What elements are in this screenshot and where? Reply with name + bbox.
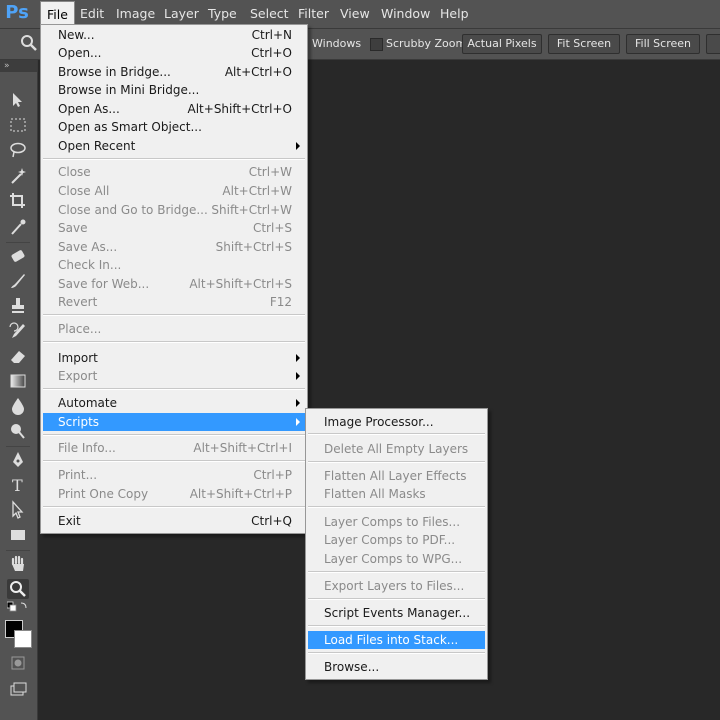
menu-view[interactable]: View [334, 0, 376, 28]
menu-separator [308, 506, 485, 508]
menu-separator [43, 341, 305, 343]
menu-separator [43, 434, 305, 436]
menu-item-load-files-into-stack[interactable]: Load Files into Stack... [308, 631, 485, 649]
magic-wand-tool-icon[interactable] [7, 166, 29, 186]
menu-item-image-processor[interactable]: Image Processor... [308, 413, 485, 431]
tools-panel: » T [0, 60, 38, 720]
history-brush-tool-icon[interactable] [7, 321, 29, 341]
menu-item-open-recent[interactable]: Open Recent [43, 137, 305, 155]
menu-item-save-as[interactable]: Save As... Shift+Ctrl+S [43, 238, 305, 256]
menu-window[interactable]: Window [375, 0, 436, 28]
menu-separator [308, 598, 485, 600]
menu-item-import[interactable]: Import [43, 349, 305, 367]
menu-item-layer-comps-to-pdf[interactable]: Layer Comps to PDF... [308, 531, 485, 549]
marquee-tool-icon[interactable] [7, 115, 29, 135]
menu-item-new[interactable]: New... Ctrl+N [43, 26, 305, 44]
menu-separator [308, 625, 485, 627]
type-tool-icon[interactable]: T [7, 475, 29, 495]
submenu-arrow-icon [296, 142, 300, 150]
menu-item-export-layers-to-files[interactable]: Export Layers to Files... [308, 577, 485, 595]
submenu-arrow-icon [296, 354, 300, 362]
menu-separator [43, 388, 305, 390]
menu-separator [308, 571, 485, 573]
menu-item-revert[interactable]: Revert F12 [43, 293, 305, 311]
screen-mode-icon[interactable] [7, 680, 29, 700]
submenu-arrow-icon [296, 399, 300, 407]
path-selection-tool-icon[interactable] [7, 500, 29, 520]
menu-item-delete-all-empty-layers[interactable]: Delete All Empty Layers [308, 440, 485, 458]
menu-item-flatten-all-masks[interactable]: Flatten All Masks [308, 485, 485, 503]
hand-tool-icon[interactable] [7, 554, 29, 574]
menu-item-browse-in-bridge[interactable]: Browse in Bridge... Alt+Ctrl+O [43, 63, 305, 81]
menu-item-export[interactable]: Export [43, 367, 305, 385]
brush-tool-icon[interactable] [7, 271, 29, 291]
windows-label: Windows [312, 37, 362, 50]
svg-text:T: T [12, 476, 23, 495]
zoom-tool-icon[interactable] [7, 579, 29, 599]
rectangle-tool-icon[interactable] [7, 525, 29, 545]
pen-tool-icon[interactable] [7, 450, 29, 470]
menu-item-script-events-manager[interactable]: Script Events Manager... [308, 604, 485, 622]
menu-item-layer-comps-to-files[interactable]: Layer Comps to Files... [308, 513, 485, 531]
menu-separator [43, 158, 305, 160]
menu-help[interactable]: Help [434, 0, 475, 28]
menu-item-print-one-copy[interactable]: Print One Copy Alt+Shift+Ctrl+P [43, 485, 305, 503]
print-size-button[interactable] [706, 34, 720, 54]
eyedropper-tool-icon[interactable] [7, 217, 29, 237]
blur-tool-icon[interactable] [7, 396, 29, 416]
default-colors-icon[interactable] [6, 601, 29, 613]
scrubby-zoom-label: Scrubby Zoom [386, 37, 467, 50]
file-menu: New... Ctrl+N Open... Ctrl+O Browse in Bri… [40, 24, 308, 534]
menu-item-open-as-smart-object[interactable]: Open as Smart Object... [43, 118, 305, 136]
menu-item-place[interactable]: Place... [43, 320, 305, 338]
scrubby-zoom-checkbox[interactable] [370, 38, 383, 51]
menu-item-open[interactable]: Open... Ctrl+O [43, 44, 305, 62]
menu-item-browse-in-mini-bridge[interactable]: Browse in Mini Bridge... [43, 81, 305, 99]
menu-item-close-all[interactable]: Close All Alt+Ctrl+W [43, 182, 305, 200]
photoshop-logo: Ps [5, 2, 29, 23]
submenu-arrow-icon [296, 372, 300, 380]
menu-item-layer-comps-to-wpg[interactable]: Layer Comps to WPG... [308, 550, 485, 568]
clone-stamp-tool-icon[interactable] [7, 296, 29, 316]
menu-item-file-info[interactable]: File Info... Alt+Shift+Ctrl+I [43, 439, 305, 457]
menu-item-flatten-all-layer-effects[interactable]: Flatten All Layer Effects [308, 467, 485, 485]
menu-item-save[interactable]: Save Ctrl+S [43, 219, 305, 237]
gradient-tool-icon[interactable] [7, 371, 29, 391]
menu-separator [308, 461, 485, 463]
menu-item-exit[interactable]: Exit Ctrl+Q [43, 512, 305, 530]
submenu-arrow-icon [296, 418, 300, 426]
quick-mask-icon[interactable] [7, 653, 29, 673]
menu-item-close[interactable]: Close Ctrl+W [43, 163, 305, 181]
zoom-tool-preset-icon[interactable] [20, 34, 38, 52]
menu-item-save-for-web[interactable]: Save for Web... Alt+Shift+Ctrl+S [43, 275, 305, 293]
fit-screen-button[interactable]: Fit Screen [548, 34, 620, 54]
menu-separator [43, 314, 305, 316]
panel-collapse-grip[interactable]: » [0, 60, 37, 72]
scripts-submenu: Image Processor... Delete All Empty Laye… [305, 408, 488, 680]
eraser-tool-icon[interactable] [7, 346, 29, 366]
lasso-tool-icon[interactable] [7, 140, 29, 160]
move-tool-icon[interactable] [7, 90, 29, 110]
actual-pixels-button[interactable]: Actual Pixels [462, 34, 542, 54]
crop-tool-icon[interactable] [7, 191, 29, 211]
menu-item-open-as[interactable]: Open As... Alt+Shift+Ctrl+O [43, 100, 305, 118]
menu-item-scripts[interactable]: Scripts [43, 413, 305, 431]
menu-item-print[interactable]: Print... Ctrl+P [43, 466, 305, 484]
menu-item-close-and-go-to-bridge[interactable]: Close and Go to Bridge... Shift+Ctrl+W [43, 201, 305, 219]
background-color-swatch[interactable] [14, 630, 32, 648]
fill-screen-button[interactable]: Fill Screen [626, 34, 700, 54]
menu-separator [308, 652, 485, 654]
menu-separator [43, 460, 305, 462]
menu-item-check-in[interactable]: Check In... [43, 256, 305, 274]
dodge-tool-icon[interactable] [7, 421, 29, 441]
menu-separator [43, 506, 305, 508]
healing-brush-tool-icon[interactable] [7, 246, 29, 266]
menu-item-automate[interactable]: Automate [43, 394, 305, 412]
menu-item-browse[interactable]: Browse... [308, 658, 485, 676]
menu-separator [308, 433, 485, 435]
